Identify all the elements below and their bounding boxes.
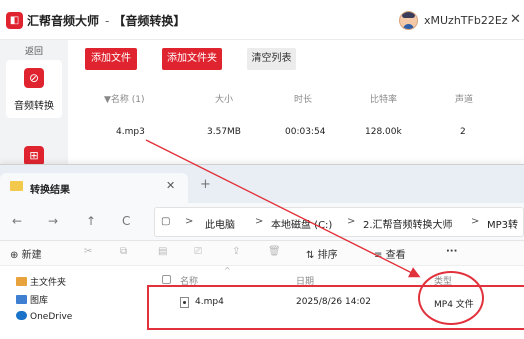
annotation-arrow xyxy=(145,139,421,278)
